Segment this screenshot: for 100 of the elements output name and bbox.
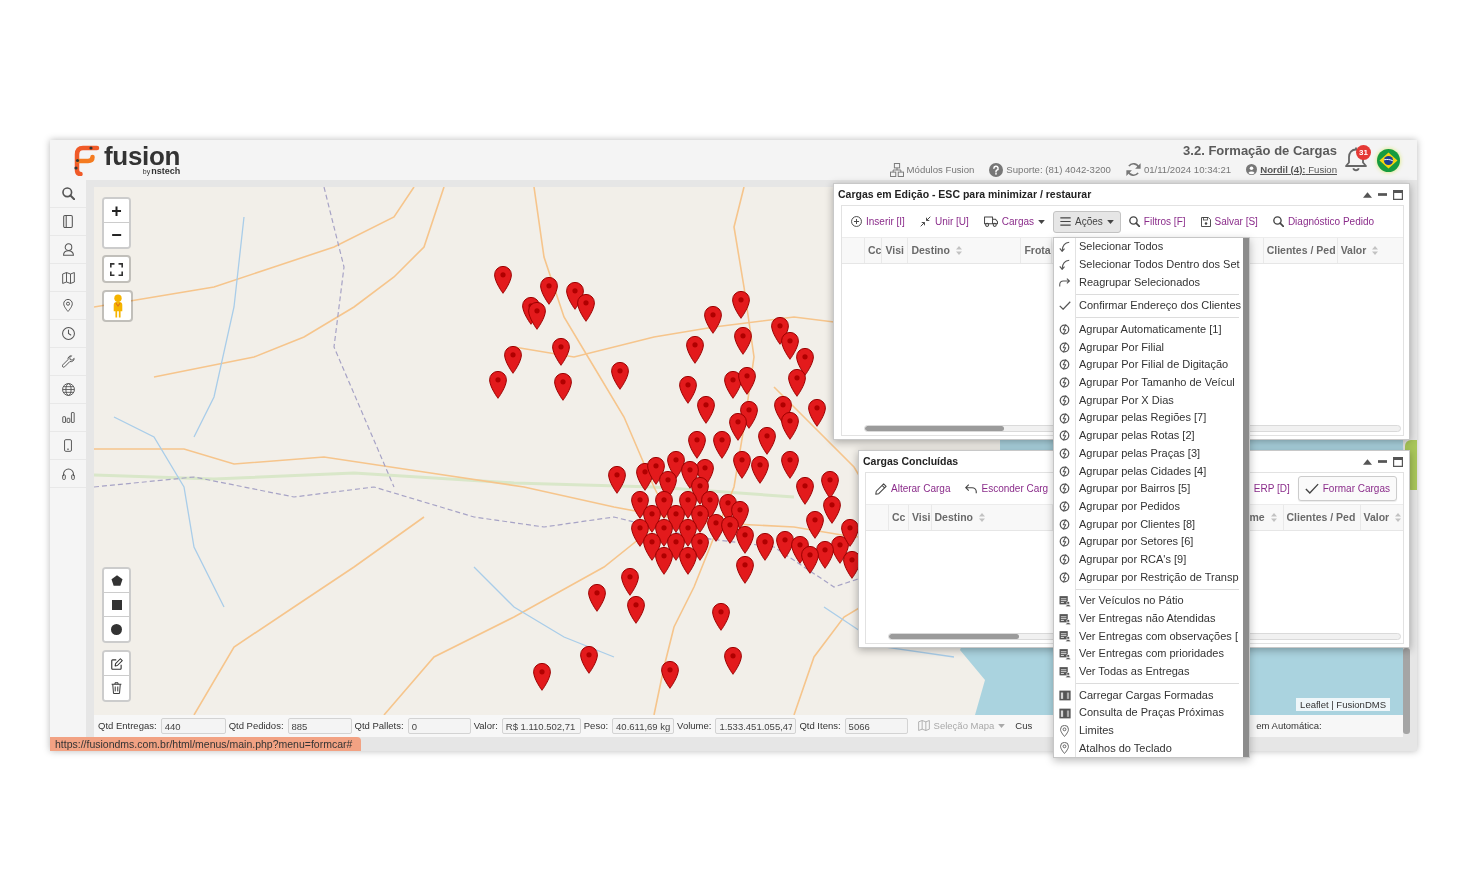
menu-item[interactable]: Agrupar por RCA's [9]: [1054, 550, 1243, 569]
column-header[interactable]: Valor: [1337, 238, 1403, 263]
menu-item[interactable]: Agrupar Por Filial de Digitação: [1054, 356, 1243, 374]
map-marker-icon[interactable]: [667, 505, 685, 533]
map-marker-icon[interactable]: [733, 451, 751, 479]
toolbar-button[interactable]: Ações: [1053, 210, 1121, 233]
vertical-scrollbar[interactable]: [1403, 648, 1410, 734]
map-marker-icon[interactable]: [808, 399, 826, 427]
map-marker-icon[interactable]: [655, 547, 673, 575]
menu-item[interactable]: Agrupar pelas Rotas [2]: [1054, 426, 1243, 445]
menu-item[interactable]: Confirmar Endereço dos Clientes: [1054, 297, 1243, 315]
draw-polygon-button[interactable]: [104, 569, 129, 593]
bar-chart-icon[interactable]: [61, 412, 75, 423]
collapse-icon[interactable]: [1363, 191, 1372, 198]
map-marker-icon[interactable]: [679, 519, 697, 547]
map-marker-icon[interactable]: [704, 306, 722, 334]
map-marker-icon[interactable]: [647, 457, 665, 485]
toolbar-button[interactable]: Filtros [F]: [1121, 210, 1193, 233]
column-header[interactable]: Destino: [931, 505, 1053, 530]
map-marker-icon[interactable]: [552, 338, 570, 366]
map-marker-icon[interactable]: [788, 369, 806, 397]
flag-icon[interactable]: [1377, 148, 1400, 172]
column-header[interactable]: Valor: [1360, 505, 1403, 530]
zoom-in-button[interactable]: +: [104, 199, 129, 223]
menu-item[interactable]: Agrupar por Pedidos: [1054, 497, 1243, 516]
stat-field[interactable]: 0: [407, 718, 471, 734]
map-marker-icon[interactable]: [489, 371, 507, 399]
map-marker-icon[interactable]: [756, 533, 774, 561]
map-marker-icon[interactable]: [580, 646, 598, 674]
map-marker-icon[interactable]: [681, 461, 699, 489]
map-marker-icon[interactable]: [781, 332, 799, 360]
menu-item[interactable]: Agrupar pelas Cidades [4]: [1054, 462, 1243, 480]
map-marker-icon[interactable]: [816, 541, 834, 569]
map-marker-icon[interactable]: [631, 519, 649, 547]
map-marker-icon[interactable]: [554, 373, 572, 401]
map-marker-icon[interactable]: [679, 491, 697, 519]
map-marker-icon[interactable]: [631, 491, 649, 519]
map-marker-icon[interactable]: [751, 456, 769, 484]
map-marker-icon[interactable]: [712, 603, 730, 631]
map-marker-icon[interactable]: [721, 516, 739, 544]
menu-item[interactable]: Agrupar Por Filial: [1054, 338, 1243, 357]
menu-item[interactable]: Agrupar por Clientes [8]: [1054, 515, 1243, 533]
maximize-icon[interactable]: [1393, 189, 1403, 200]
user-icon[interactable]: [62, 243, 74, 256]
maximize-icon[interactable]: [1393, 456, 1403, 467]
menu-item[interactable]: Reagrupar Selecionados: [1054, 273, 1243, 292]
map-marker-icon[interactable]: [796, 477, 814, 505]
map-marker-icon[interactable]: [781, 412, 799, 440]
map-marker-icon[interactable]: [494, 266, 512, 294]
map-marker-icon[interactable]: [729, 413, 747, 441]
menu-scrollbar[interactable]: [1243, 238, 1249, 758]
stat-field[interactable]: 5066: [844, 718, 908, 734]
map-marker-icon[interactable]: [679, 547, 697, 575]
map-marker-icon[interactable]: [806, 511, 824, 539]
toolbar-button[interactable]: Inserir [I]: [844, 210, 912, 233]
toolbar-button[interactable]: Salvar [S]: [1193, 210, 1265, 233]
menu-item[interactable]: Agrupar por Bairros [5]: [1054, 479, 1243, 498]
map-marker-icon[interactable]: [776, 531, 794, 559]
column-header[interactable]: Visi: [909, 505, 932, 530]
user-link[interactable]: Nordil (4): Fusion: [1260, 163, 1337, 176]
column-header[interactable]: Frota: [1021, 238, 1052, 263]
menu-item[interactable]: Ver Entregas com prioridades: [1054, 645, 1243, 663]
map-marker-icon[interactable]: [691, 505, 709, 533]
map-marker-icon[interactable]: [691, 533, 709, 561]
menu-item[interactable]: Agrupar por Setores [6]: [1054, 533, 1243, 551]
menu-item[interactable]: Agrupar pelas Praças [3]: [1054, 444, 1243, 463]
map-marker-icon[interactable]: [801, 546, 819, 574]
map-marker-icon[interactable]: [540, 277, 558, 305]
map-marker-icon[interactable]: [608, 466, 626, 494]
menu-item[interactable]: Selecionar Todos Dentro dos Set: [1054, 255, 1243, 274]
toolbar-button[interactable]: Alterar Carga: [868, 477, 958, 500]
map-marker-icon[interactable]: [771, 317, 789, 345]
menu-item[interactable]: Selecionar Todos: [1054, 238, 1243, 256]
user-icon[interactable]: [1246, 164, 1258, 175]
stat-field[interactable]: R$ 1.110.502,71: [501, 718, 581, 734]
column-header[interactable]: Cc: [889, 505, 909, 530]
menu-item[interactable]: Carregar Cargas Formadas: [1054, 686, 1243, 705]
map-marker-icon[interactable]: [643, 505, 661, 533]
column-header[interactable]: Visi: [882, 238, 909, 263]
menu-item[interactable]: Ver Todas as Entregas: [1054, 662, 1243, 681]
phone-icon[interactable]: [64, 439, 72, 452]
toolbar-button[interactable]: ERP [D]: [1246, 477, 1297, 500]
map-marker-icon[interactable]: [841, 519, 859, 547]
map-marker-icon[interactable]: [588, 584, 606, 612]
map-marker-icon[interactable]: [697, 396, 715, 424]
stat-field[interactable]: 40.611,69 kg: [612, 718, 675, 734]
map-marker-icon[interactable]: [736, 526, 754, 554]
map-marker-icon[interactable]: [679, 376, 697, 404]
map-marker-icon[interactable]: [738, 367, 756, 395]
location-pin-icon[interactable]: [63, 299, 73, 312]
stat-field[interactable]: 885: [287, 718, 352, 734]
map-marker-icon[interactable]: [661, 661, 679, 689]
map-marker-icon[interactable]: [758, 427, 776, 455]
map-marker-icon[interactable]: [732, 291, 750, 319]
toolbar-button[interactable]: Unir [U]: [912, 210, 976, 233]
map-marker-icon[interactable]: [528, 302, 546, 330]
map-marker-icon[interactable]: [724, 647, 742, 675]
bell-icon[interactable]: [1344, 147, 1368, 173]
toolbar-button[interactable]: Esconder Carg: [958, 477, 1056, 500]
menu-item[interactable]: Ver Entregas com observações [: [1054, 627, 1243, 646]
